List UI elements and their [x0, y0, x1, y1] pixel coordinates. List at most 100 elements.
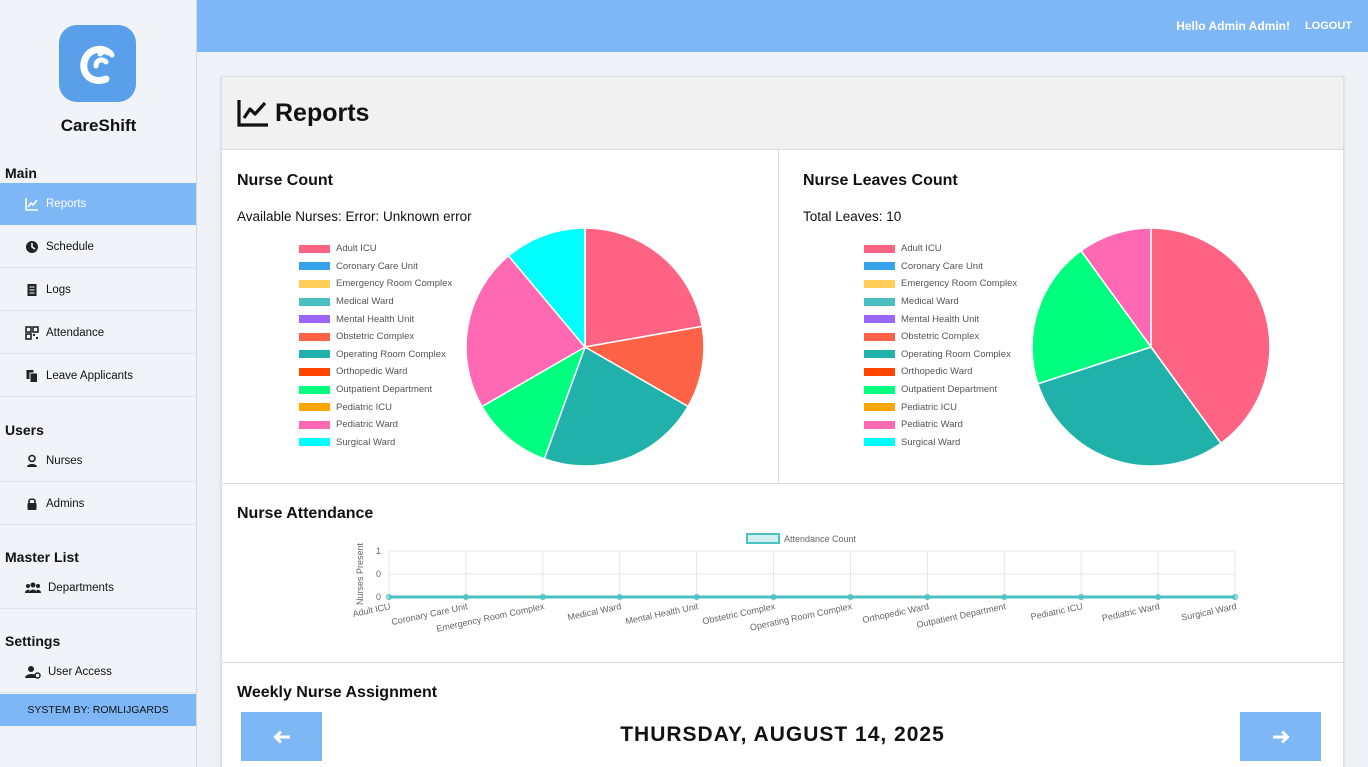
legend-item[interactable]: Mental Health Unit	[299, 310, 469, 328]
nav-item-admins[interactable]: Admins	[0, 483, 196, 525]
legend-item[interactable]: Outpatient Department	[864, 381, 1034, 399]
careshift-logo-icon	[79, 45, 114, 84]
panel-divider	[778, 150, 779, 483]
legend-label: Pediatric ICU	[336, 401, 392, 413]
user-nurse-icon	[25, 454, 39, 468]
data-point[interactable]	[770, 594, 777, 600]
data-point[interactable]	[616, 594, 623, 600]
legend-item[interactable]: Coronary Care Unit	[864, 258, 1034, 276]
legend-label: Obstetric Complex	[901, 331, 980, 343]
reports-card: Reports Nurse Count Available Nurses: Er…	[221, 76, 1344, 767]
legend-label: Operating Room Complex	[336, 348, 446, 360]
data-point[interactable]	[462, 594, 469, 600]
user-cog-icon	[25, 665, 41, 679]
nav-item-schedule[interactable]: Schedule	[0, 226, 196, 268]
file-list-icon	[25, 283, 39, 297]
legend-swatch	[864, 279, 895, 288]
legend-label: Mental Health Unit	[901, 313, 980, 325]
data-point[interactable]	[1001, 594, 1008, 600]
section-divider	[222, 662, 1343, 663]
x-tick-label: Pediatric ICU	[1030, 601, 1084, 622]
y-tick-label: 0	[376, 569, 381, 579]
legend-item[interactable]: Pediatric ICU	[864, 398, 1034, 416]
legend-item[interactable]: Surgical Ward	[864, 434, 1034, 452]
nav-item-leave-applicants[interactable]: Leave Applicants	[0, 355, 196, 397]
chart-line-icon	[25, 197, 39, 211]
legend-item[interactable]: Orthopedic Ward	[299, 363, 469, 381]
legend-item[interactable]: Outpatient Department	[299, 381, 469, 399]
data-point[interactable]	[1232, 594, 1238, 600]
x-tick-label: Mental Health Unit	[625, 601, 700, 626]
legend-item[interactable]: Emergency Room Complex	[299, 275, 469, 293]
legend-swatch	[864, 420, 895, 429]
legend-item[interactable]: Medical Ward	[864, 293, 1034, 311]
data-point[interactable]	[386, 594, 392, 600]
legend-swatch	[864, 385, 895, 394]
nav-item-label: Admins	[46, 497, 85, 510]
y-tick-label: 0	[376, 592, 381, 602]
nav-item-user-access[interactable]: User Access	[0, 651, 196, 693]
nurse-leaves-title: Nurse Leaves Count	[803, 172, 958, 189]
data-point[interactable]	[1155, 594, 1162, 600]
legend-label: Pediatric ICU	[901, 401, 957, 413]
nav-item-label: Departments	[48, 581, 114, 594]
legend-swatch	[299, 350, 330, 359]
nav-item-logs[interactable]: Logs	[0, 269, 196, 311]
sidebar: CareShift Main Reports Schedule Logs Att…	[0, 0, 197, 767]
legend-item[interactable]: Adult ICU	[299, 240, 469, 258]
legend-swatch	[299, 367, 330, 376]
legend-label: Outpatient Department	[901, 384, 998, 396]
legend-item[interactable]: Orthopedic Ward	[864, 363, 1034, 381]
app-logo[interactable]	[59, 25, 136, 102]
legend-swatch	[299, 279, 330, 288]
legend-item[interactable]: Pediatric Ward	[864, 416, 1034, 434]
legend-swatch	[299, 385, 330, 394]
nav-item-nurses[interactable]: Nurses	[0, 440, 196, 482]
total-leaves-text: Total Leaves: 10	[803, 209, 902, 224]
legend-item[interactable]: Medical Ward	[299, 293, 469, 311]
legend-item[interactable]: Pediatric ICU	[299, 398, 469, 416]
legend-label: Outpatient Department	[336, 384, 433, 396]
y-tick-label: 1	[376, 546, 381, 556]
legend-item[interactable]: Mental Health Unit	[864, 310, 1034, 328]
legend-swatch	[299, 438, 330, 447]
legend-item[interactable]: Coronary Care Unit	[299, 258, 469, 276]
legend-item[interactable]: Pediatric Ward	[299, 416, 469, 434]
nav-item-attendance[interactable]: Attendance	[0, 312, 196, 354]
section-divider	[222, 483, 1343, 484]
qrcode-icon	[25, 325, 39, 340]
legend-item[interactable]: Operating Room Complex	[864, 346, 1034, 364]
system-by-footer: SYSTEM BY: ROMLIJGARDS	[0, 694, 196, 726]
x-tick-label: Medical Ward	[567, 601, 623, 622]
logout-link[interactable]: LOGOUT	[1305, 20, 1352, 32]
legend-item[interactable]: Adult ICU	[864, 240, 1034, 258]
data-point[interactable]	[693, 594, 700, 600]
data-point[interactable]	[539, 594, 546, 600]
arrow-right-icon	[1272, 729, 1290, 744]
nav-item-departments[interactable]: Departments	[0, 567, 196, 609]
data-point[interactable]	[847, 594, 854, 600]
legend-item[interactable]: Emergency Room Complex	[864, 275, 1034, 293]
data-point[interactable]	[1078, 594, 1085, 600]
nurse-count-pie-chart	[465, 227, 705, 467]
legend-swatch	[299, 332, 330, 341]
legend-label: Coronary Care Unit	[336, 260, 418, 272]
nurse-attendance-title: Nurse Attendance	[237, 505, 374, 522]
page-title: Reports	[275, 99, 370, 127]
legend-item[interactable]: Surgical Ward	[299, 434, 469, 452]
nav-item-reports[interactable]: Reports	[0, 183, 196, 225]
next-week-button[interactable]	[1240, 712, 1321, 761]
legend-label: Pediatric Ward	[901, 419, 963, 431]
clock-icon	[25, 240, 39, 254]
legend-swatch	[299, 420, 330, 429]
section-settings: Settings	[5, 633, 61, 649]
legend-item[interactable]: Obstetric Complex	[299, 328, 469, 346]
section-master-list: Master List	[5, 549, 79, 565]
greeting-text: Hello Admin Admin!	[1176, 19, 1290, 33]
legend-label: Surgical Ward	[336, 436, 396, 448]
legend-label: Orthopedic Ward	[336, 366, 408, 378]
legend-item[interactable]: Operating Room Complex	[299, 346, 469, 364]
data-point[interactable]	[924, 594, 931, 600]
legend-swatch	[864, 262, 895, 271]
legend-item[interactable]: Obstetric Complex	[864, 328, 1034, 346]
